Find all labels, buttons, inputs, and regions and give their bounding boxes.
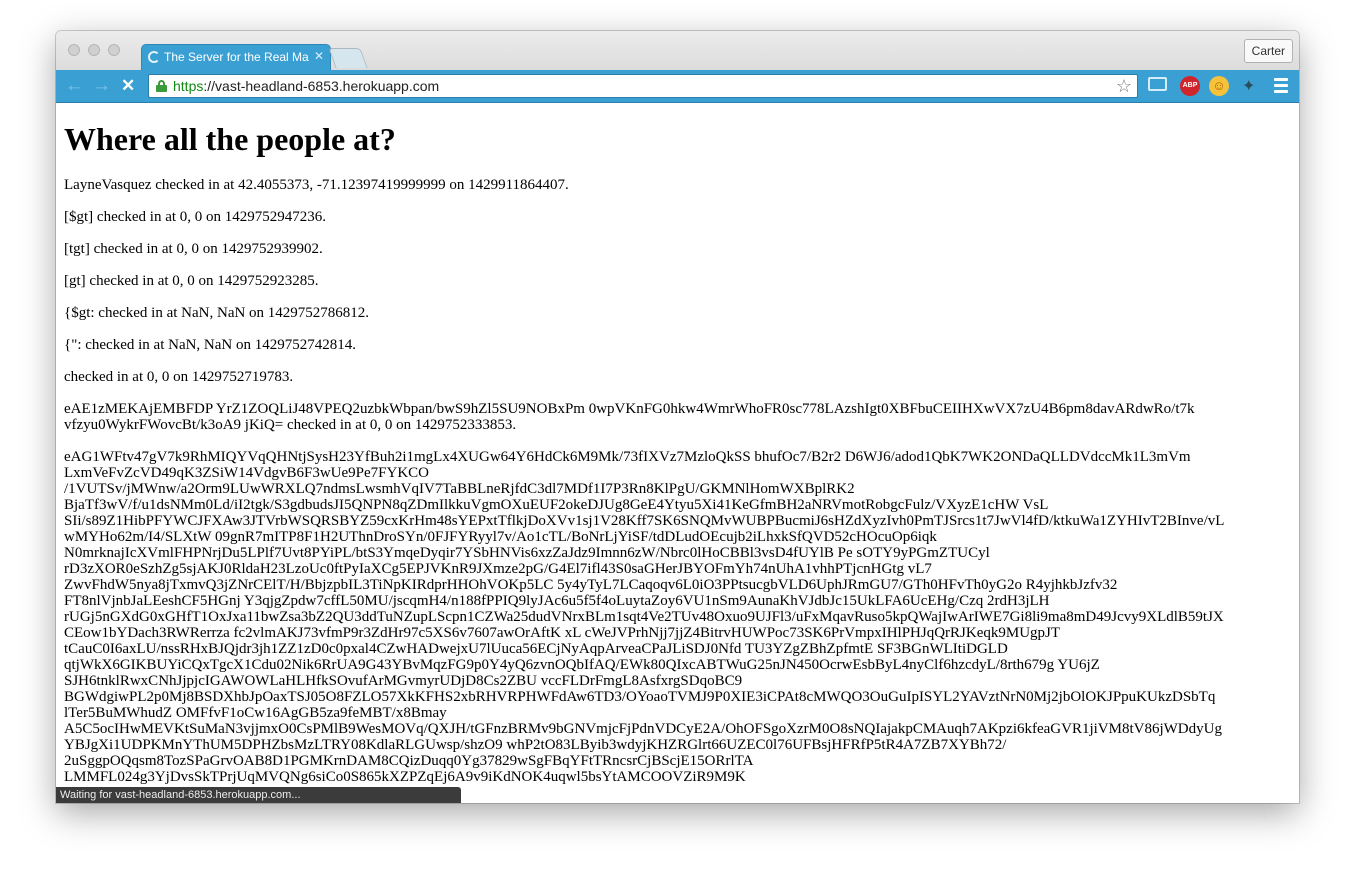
checkin-entry: checked in at 0, 0 on 1429752719783. (64, 369, 294, 385)
checkin-entry: [tgt] checked in at 0, 0 on 142975293990… (64, 241, 323, 257)
status-bubble: Waiting for vast-headland-6853.herokuapp… (56, 787, 461, 803)
lock-icon (156, 80, 167, 92)
browser-window: The Server for the Real Ma ✕ Carter ← → … (56, 31, 1299, 803)
page-heading: Where all the people at? (64, 121, 396, 157)
checkin-entry: LayneVasquez checked in at 42.4055373, -… (64, 177, 569, 193)
browser-tab[interactable]: The Server for the Real Ma ✕ (141, 44, 331, 70)
browser-toolbar: ← → ✕ https://vast-headland-6853.herokua… (56, 70, 1299, 103)
adblock-icon[interactable]: ABP (1180, 76, 1200, 96)
checkin-entry: eAG1WFtv47gV7k9RhMIQYVqQHNtjSysH23YfBuh2… (64, 449, 1225, 803)
url-host: ://vast-headland-6853.herokuapp.com (203, 78, 440, 94)
tab-close-icon[interactable]: ✕ (314, 49, 324, 63)
forward-arrow-icon[interactable]: → (92, 75, 111, 97)
checkin-entry: [gt] checked in at 0, 0 on 1429752923285… (64, 273, 319, 289)
profile-button[interactable]: Carter (1243, 39, 1293, 63)
page-content: Where all the people at? LayneVasquez ch… (56, 103, 1299, 803)
checkin-entry: [$gt] checked in at 0, 0 on 142975294723… (64, 209, 327, 225)
checkin-entry: {$gt: checked in at NaN, NaN on 14297527… (64, 305, 370, 321)
minimize-window-button[interactable] (88, 44, 100, 56)
zoom-window-button[interactable] (108, 44, 120, 56)
tab-title: The Server for the Real Ma (164, 50, 309, 64)
title-bar: The Server for the Real Ma ✕ Carter (56, 31, 1299, 70)
checkin-entry: {": checked in at NaN, NaN on 1429752742… (64, 337, 357, 353)
checkin-entry: eAE1zMEKAjEMBFDP YrZ1ZOQLiJ48VPEQ2uzbkWb… (64, 401, 1195, 433)
star-icon[interactable]: ☆ (1116, 75, 1132, 97)
menu-icon[interactable] (1274, 78, 1288, 96)
address-bar[interactable]: https://vast-headland-6853.herokuapp.com… (148, 74, 1138, 98)
close-window-button[interactable] (68, 44, 80, 56)
stop-icon[interactable]: ✕ (121, 75, 135, 97)
url-text: https://vast-headland-6853.herokuapp.com (173, 78, 439, 94)
emoji-extension-icon[interactable]: ☺ (1209, 76, 1229, 96)
extension-icon[interactable]: ✦ (1242, 76, 1255, 96)
cast-icon[interactable] (1148, 77, 1167, 91)
new-tab-button[interactable] (328, 48, 368, 68)
loading-spinner-icon (148, 51, 160, 63)
url-scheme: https (173, 78, 204, 94)
back-arrow-icon[interactable]: ← (65, 75, 84, 97)
